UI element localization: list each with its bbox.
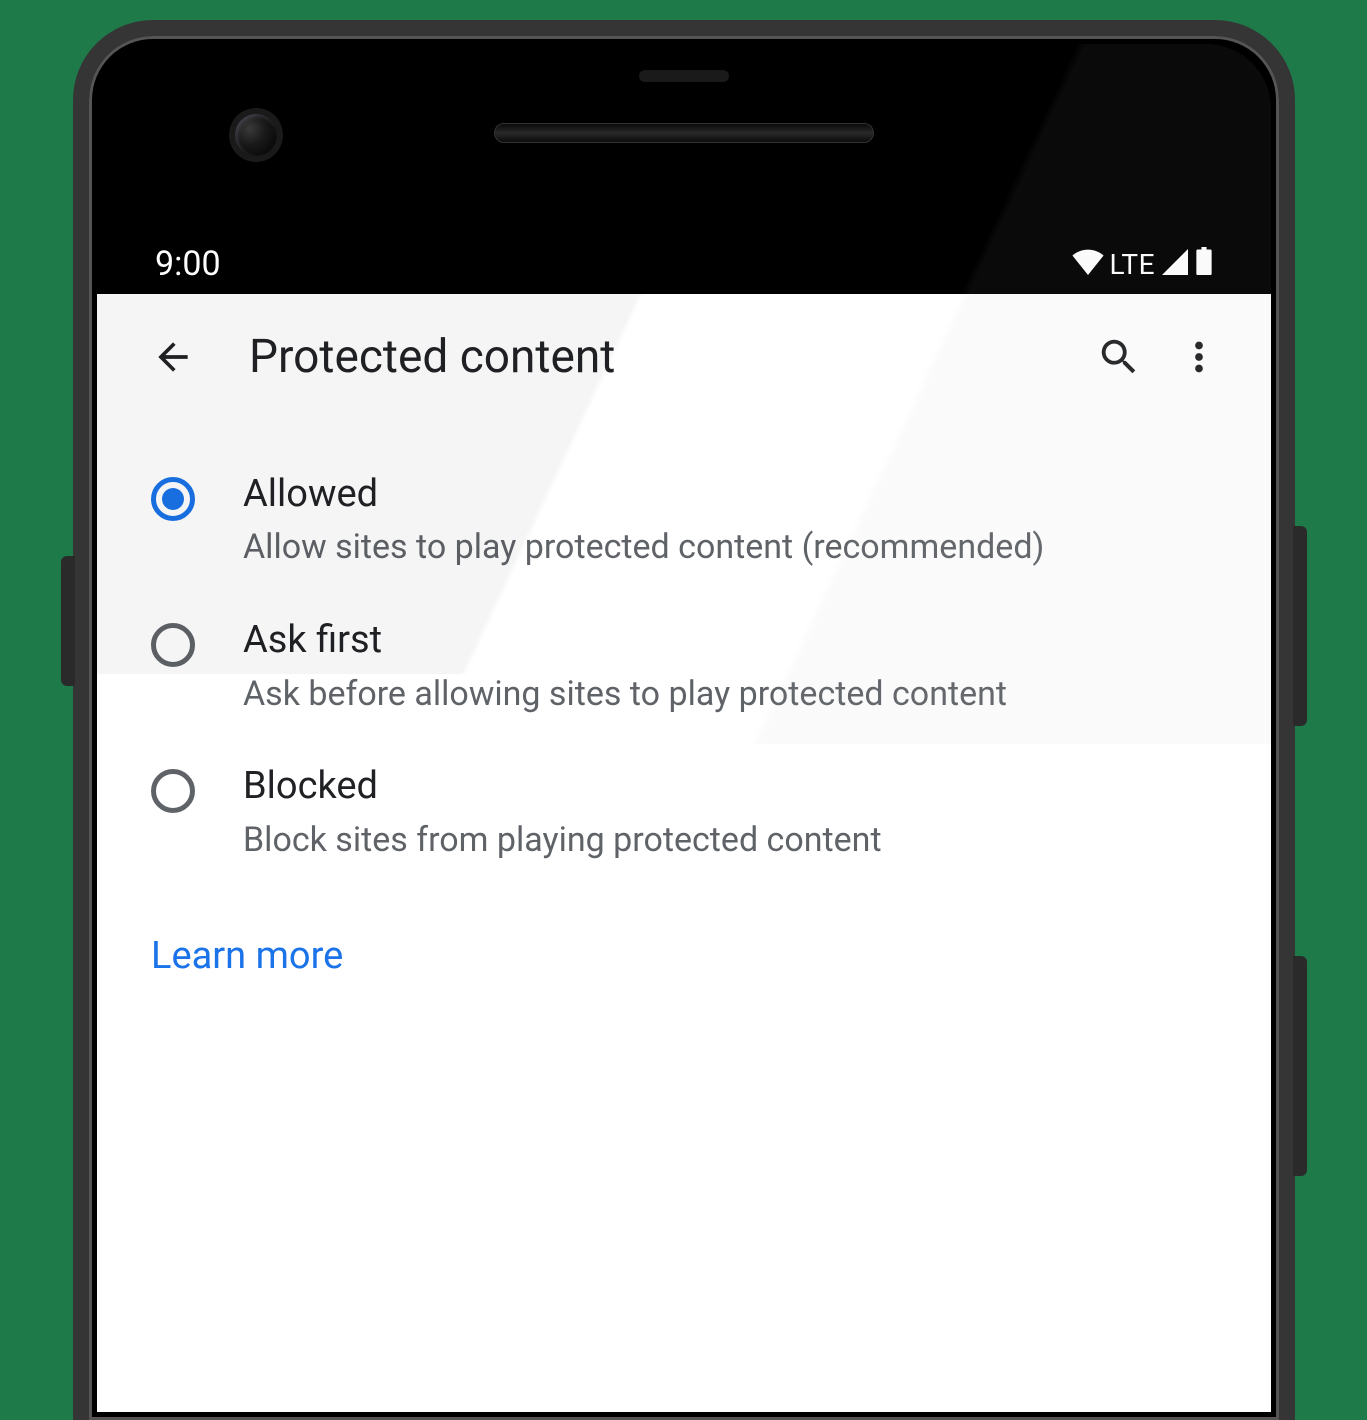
page-title: Protected content: [249, 330, 1079, 384]
wifi-icon: [1072, 244, 1104, 284]
arrow-back-icon: [151, 335, 195, 379]
option-title: Allowed: [243, 469, 1044, 520]
signal-icon: [1161, 244, 1189, 284]
phone-side-button: [1293, 526, 1307, 726]
phone-speaker: [494, 123, 874, 143]
learn-more-link[interactable]: Learn more: [97, 886, 1271, 978]
option-description: Block sites from playing protected conte…: [243, 817, 882, 864]
battery-icon: [1195, 244, 1213, 284]
more-vert-icon: [1176, 334, 1222, 380]
option-description: Ask before allowing sites to play protec…: [243, 671, 1007, 718]
radio-icon: [151, 623, 195, 667]
radio-icon: [151, 769, 195, 813]
option-description: Allow sites to play protected content (r…: [243, 524, 1044, 571]
radio-option-allowed[interactable]: Allowed Allow sites to play protected co…: [97, 447, 1271, 593]
radio-icon: [151, 477, 195, 521]
search-icon: [1096, 334, 1142, 380]
network-label: LTE: [1110, 248, 1155, 281]
search-button[interactable]: [1089, 327, 1149, 387]
status-time: 9:00: [155, 244, 221, 284]
status-bar: 9:00 LTE: [97, 234, 1271, 294]
phone-sensor: [639, 70, 729, 82]
option-title: Blocked: [243, 761, 882, 812]
app-bar: Protected content: [97, 294, 1271, 419]
phone-camera: [235, 114, 277, 156]
option-title: Ask first: [243, 615, 1007, 666]
phone-frame: 9:00 LTE Protected content: [73, 20, 1295, 1420]
radio-option-ask-first[interactable]: Ask first Ask before allowing sites to p…: [97, 593, 1271, 739]
radio-option-blocked[interactable]: Blocked Block sites from playing protect…: [97, 739, 1271, 885]
back-button[interactable]: [145, 329, 201, 385]
more-button[interactable]: [1169, 327, 1229, 387]
screen-content: Protected content Allowed Allow sites to…: [97, 294, 1271, 1412]
